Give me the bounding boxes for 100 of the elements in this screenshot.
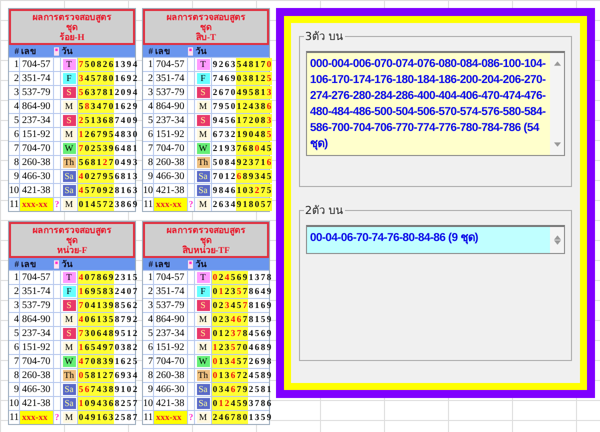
result-text-box[interactable]: 00-04-06-70-74-76-80-84-86 (9 ชุด): [306, 225, 565, 254]
digit-cell: 6: [84, 285, 90, 298]
row-number: 4: [9, 100, 20, 113]
column-header: เลข: [20, 258, 37, 271]
digit-cell: 8: [114, 397, 120, 410]
digit-cell: 9: [132, 198, 138, 211]
day-label: Sa: [62, 185, 76, 196]
digit-cell: 4: [78, 355, 84, 368]
digit-cell: 5: [260, 198, 266, 211]
digit-cell: 2: [132, 313, 138, 326]
digit-cell: 2: [114, 285, 120, 298]
row-number: 9: [9, 170, 20, 183]
day-label: S: [196, 328, 210, 339]
digit-cell: 3: [254, 271, 260, 284]
digit-cell: 7: [108, 369, 114, 382]
digit-cell: 0: [84, 271, 90, 284]
day-label: M: [196, 314, 210, 325]
digit-cell: 2: [242, 156, 248, 169]
digit-cell: 4: [248, 100, 254, 113]
scrollbar[interactable]: [550, 53, 564, 155]
digit-cell: 3: [230, 285, 236, 298]
result-text-box[interactable]: [306, 51, 565, 156]
digit-cell: 6: [266, 156, 272, 169]
digit-cell: 5: [266, 170, 272, 183]
digit-cell: 5: [132, 355, 138, 368]
digit-cell: 6: [236, 313, 242, 326]
digit-cell: 2: [132, 341, 138, 354]
digit-cell: 9: [266, 411, 272, 424]
scrollbar[interactable]: [550, 227, 564, 253]
digit-cell: 8: [108, 114, 114, 127]
day-label: M: [196, 199, 210, 210]
digit-cell: 8: [248, 142, 254, 155]
digit-cell: 1: [78, 341, 84, 354]
number-cell: 237-34: [20, 327, 54, 340]
digit-cell: 9: [266, 327, 272, 340]
digit-cell: 9: [90, 397, 96, 410]
digit-cell: 3: [224, 341, 230, 354]
scroll-up-icon[interactable]: [554, 61, 560, 66]
scroll-down-icon[interactable]: [554, 240, 560, 245]
number-cell: 351-74: [154, 285, 188, 298]
digit-cell: 9: [224, 142, 230, 155]
digit-cell: 9: [236, 198, 242, 211]
title-line: ร้อย-H: [60, 32, 84, 42]
digit-cell: 7: [266, 198, 272, 211]
row-number: 5: [143, 327, 154, 340]
digit-cell: 4: [90, 198, 96, 211]
scroll-down-icon[interactable]: [554, 142, 560, 147]
row-number: 6: [143, 128, 154, 141]
number-cell: xxx-xx: [20, 411, 54, 424]
digit-cell: 4: [248, 369, 254, 382]
digit-cell: 1: [78, 397, 84, 410]
digit-cell: 1: [218, 327, 224, 340]
title-line: สิบ-T: [196, 32, 216, 42]
digit-cell: 6: [266, 397, 272, 410]
scroll-up-icon[interactable]: [554, 235, 560, 240]
digit-cell: 6: [230, 184, 236, 197]
marker-icon[interactable]: [188, 260, 192, 268]
digit-cell: 4: [78, 271, 84, 284]
digit-cell: 5: [78, 86, 84, 99]
column-header: #: [148, 259, 153, 269]
digit-cell: 8: [96, 271, 102, 284]
digit-cell: 4: [218, 114, 224, 127]
day-label: M: [62, 199, 76, 210]
digit-cell: 1: [96, 156, 102, 169]
digit-cell: 8: [120, 170, 126, 183]
number-cell: 864-90: [20, 313, 54, 326]
digit-cell: 9: [108, 142, 114, 155]
digit-cell: 7: [132, 397, 138, 410]
number-cell: 704-70: [154, 142, 188, 155]
row-number: 10: [143, 184, 154, 197]
digit-cell: 4: [132, 369, 138, 382]
digit-cell: 0: [236, 72, 242, 85]
digit-cell: 4: [260, 285, 266, 298]
day-label: M: [62, 314, 76, 325]
digit-cell: 4: [224, 383, 230, 396]
column-header: เลข: [20, 45, 37, 58]
digit-cell: 3: [254, 170, 260, 183]
digit-cell: 9: [126, 86, 132, 99]
digit-cell: 6: [84, 341, 90, 354]
digit-cell: 1: [78, 285, 84, 298]
digit-cell: 0: [78, 411, 84, 424]
digit-cell: 5: [108, 128, 114, 141]
marker-icon[interactable]: [54, 46, 58, 56]
digit-cell: 3: [96, 114, 102, 127]
row-number: 2: [9, 72, 20, 85]
marker-icon[interactable]: [188, 46, 192, 56]
digit-cell: 5: [84, 369, 90, 382]
digit-cell: 2: [218, 299, 224, 312]
digit-cell: 8: [242, 170, 248, 183]
digit-cell: 5: [90, 72, 96, 85]
marker-icon[interactable]: [54, 260, 58, 268]
digit-cell: 1: [120, 383, 126, 396]
digit-cell: 2: [120, 397, 126, 410]
digit-cell: 6: [90, 313, 96, 326]
digit-cell: 6: [120, 72, 126, 85]
digit-cell: 1: [96, 411, 102, 424]
digit-cell: 8: [248, 285, 254, 298]
digit-cell: 2: [90, 142, 96, 155]
digit-cell: 2: [224, 397, 230, 410]
row-number: 4: [143, 313, 154, 326]
